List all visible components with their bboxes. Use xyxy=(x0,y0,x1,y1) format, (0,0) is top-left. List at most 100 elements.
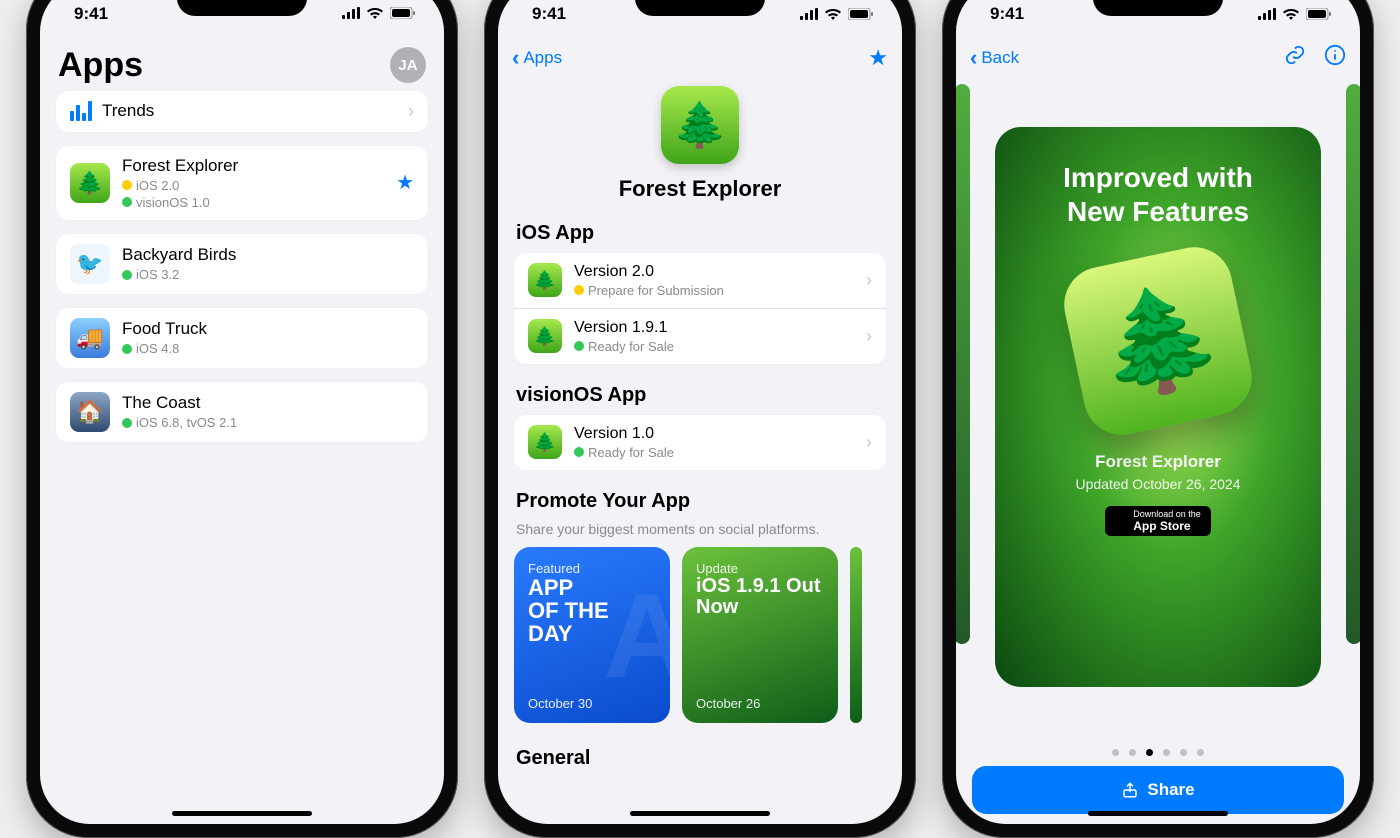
home-indicator[interactable] xyxy=(1088,811,1228,816)
promo-eyebrow: Featured xyxy=(528,561,656,576)
phone-apps-list: 9:41 Apps JA Trends xyxy=(26,0,458,838)
app-name: Food Truck xyxy=(122,319,207,339)
section-general-title: General xyxy=(514,741,886,778)
dynamic-island xyxy=(635,0,765,16)
account-avatar[interactable]: JA xyxy=(390,47,426,83)
app-store-badge: Download on the App Store xyxy=(1105,506,1211,536)
truck-app-icon: 🚚 xyxy=(70,318,110,358)
app-name: Backyard Birds xyxy=(122,245,236,265)
status-dot-ready-icon xyxy=(122,197,132,207)
home-indicator[interactable] xyxy=(172,811,312,816)
promo-card-featured[interactable]: A Featured APP OF THE DAY October 30 xyxy=(514,547,670,723)
app-row-birds[interactable]: 🐦 Backyard Birds iOS 3.2 xyxy=(56,234,428,294)
promo-date: October 26 xyxy=(696,696,824,711)
page-title-row: Apps JA xyxy=(40,36,444,91)
status-time: 9:41 xyxy=(74,4,108,24)
app-store-glyph-icon: A xyxy=(603,567,670,705)
promo-card-update[interactable]: Update iOS 1.9.1 Out Now October 26 xyxy=(682,547,838,723)
share-button[interactable]: Share xyxy=(972,766,1344,814)
prev-slide-peek[interactable] xyxy=(956,84,970,644)
promo-headline: iOS 1.9.1 Out Now xyxy=(696,576,824,618)
status-dot-ready-icon xyxy=(574,447,584,457)
signal-icon xyxy=(800,8,818,20)
promo-scroller[interactable]: A Featured APP OF THE DAY October 30 Upd… xyxy=(514,547,886,723)
phone-app-detail: 9:41 ‹ Apps ★ 🌲 Forest Explorer iOS App xyxy=(484,0,916,838)
chevron-right-icon: › xyxy=(866,270,872,291)
status-dot-pending-icon xyxy=(122,180,132,190)
status-dot-ready-icon xyxy=(122,418,132,428)
battery-icon xyxy=(390,4,416,24)
app-hero: 🌲 Forest Explorer xyxy=(498,80,902,216)
promo-carousel[interactable]: Improved with New Features 🌲 Forest Expl… xyxy=(972,80,1344,735)
star-button[interactable]: ★ xyxy=(868,45,888,71)
link-icon xyxy=(1284,44,1306,66)
version-row[interactable]: 🌲 Version 2.0 Prepare for Submission › xyxy=(514,253,886,308)
wifi-icon xyxy=(824,8,842,20)
back-button[interactable]: ‹ Back xyxy=(970,45,1019,71)
app-row-coast[interactable]: 🏠 The Coast iOS 6.8, tvOS 2.1 xyxy=(56,382,428,442)
app-name: The Coast xyxy=(122,393,237,413)
nav-bar: ‹ Apps ★ xyxy=(498,36,902,80)
promo-card-peek[interactable] xyxy=(850,547,862,723)
platform-line: iOS 3.2 xyxy=(136,267,179,282)
wifi-icon xyxy=(1282,8,1300,20)
forest-app-icon: 🌲 xyxy=(528,263,562,297)
wifi-icon xyxy=(366,4,384,24)
slide-app-name: Forest Explorer xyxy=(1095,452,1221,472)
app-row-truck[interactable]: 🚚 Food Truck iOS 4.8 xyxy=(56,308,428,368)
platform-line: iOS 6.8, tvOS 2.1 xyxy=(136,415,237,430)
slide-subline: Updated October 26, 2024 xyxy=(1075,476,1240,492)
next-slide-peek[interactable] xyxy=(1346,84,1360,644)
forest-app-icon: 🌲 xyxy=(528,319,562,353)
signal-icon xyxy=(342,4,360,24)
forest-app-icon: 🌲 xyxy=(528,425,562,459)
battery-icon xyxy=(1306,8,1332,20)
trends-icon xyxy=(70,101,92,121)
birds-app-icon: 🐦 xyxy=(70,244,110,284)
badge-big: App Store xyxy=(1133,519,1190,533)
home-indicator[interactable] xyxy=(630,811,770,816)
app-row-forest[interactable]: 🌲 Forest Explorer iOS 2.0 visionOS 1.0 ★ xyxy=(56,146,428,220)
share-label: Share xyxy=(1147,780,1194,800)
section-promote-subtitle: Share your biggest moments on social pla… xyxy=(514,521,886,547)
version-label: Version 1.9.1 xyxy=(574,319,674,337)
back-button[interactable]: ‹ Apps xyxy=(512,45,562,71)
page-indicator[interactable] xyxy=(972,735,1344,766)
platform-line: visionOS 1.0 xyxy=(136,195,210,210)
chevron-right-icon: › xyxy=(866,326,872,347)
version-status: Prepare for Submission xyxy=(588,283,724,298)
chevron-right-icon: › xyxy=(408,101,414,122)
version-row[interactable]: 🌲 Version 1.0 Ready for Sale › xyxy=(514,415,886,470)
trends-card[interactable]: Trends › xyxy=(56,91,428,132)
link-button[interactable] xyxy=(1284,44,1306,71)
share-icon xyxy=(1121,781,1139,799)
forest-app-icon: 🌲 xyxy=(70,163,110,203)
slide-headline-1: Improved with xyxy=(1063,162,1253,193)
platform-line: iOS 4.8 xyxy=(136,341,179,356)
chevron-left-icon: ‹ xyxy=(970,45,977,71)
version-label: Version 1.0 xyxy=(574,425,674,443)
phone-promo-preview: 9:41 ‹ Back xyxy=(942,0,1374,838)
star-filled-icon[interactable]: ★ xyxy=(396,170,414,195)
info-icon xyxy=(1324,44,1346,66)
status-dot-pending-icon xyxy=(574,285,584,295)
trends-label: Trends xyxy=(102,101,154,121)
section-promote-title: Promote Your App xyxy=(514,484,886,521)
status-dot-ready-icon xyxy=(122,270,132,280)
status-dot-ready-icon xyxy=(574,341,584,351)
status-icons xyxy=(1258,8,1332,20)
forest-app-icon: 🌲 xyxy=(1057,240,1259,442)
status-dot-ready-icon xyxy=(122,344,132,354)
status-time: 9:41 xyxy=(990,4,1024,24)
version-row[interactable]: 🌲 Version 1.9.1 Ready for Sale › xyxy=(514,308,886,364)
promo-date: October 30 xyxy=(528,696,656,711)
nav-bar: ‹ Back xyxy=(956,36,1360,80)
promo-eyebrow: Update xyxy=(696,561,824,576)
dynamic-island xyxy=(1093,0,1223,16)
version-label: Version 2.0 xyxy=(574,263,724,281)
page-title: Apps xyxy=(58,46,143,85)
back-label: Back xyxy=(981,48,1019,68)
promo-slide: Improved with New Features 🌲 Forest Expl… xyxy=(995,127,1321,687)
info-button[interactable] xyxy=(1324,44,1346,71)
status-icons xyxy=(800,8,874,20)
